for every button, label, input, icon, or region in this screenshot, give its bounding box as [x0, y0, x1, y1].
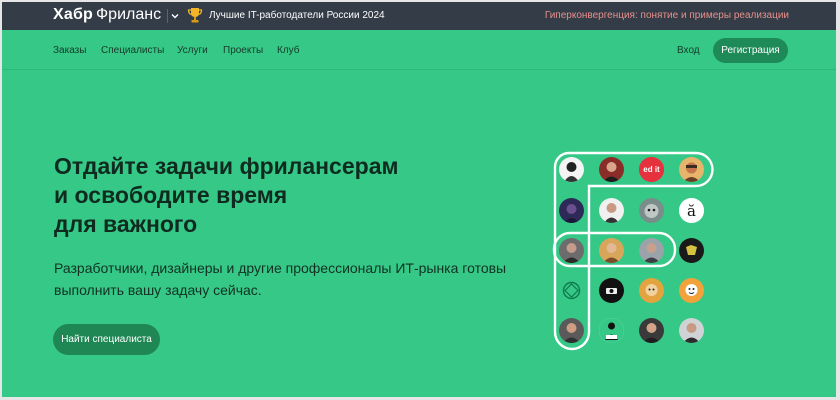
avatar-grid-outline	[552, 151, 714, 351]
avatar	[559, 198, 584, 223]
avatar: ă	[679, 198, 704, 223]
avatar: ed it	[639, 157, 664, 182]
avatar	[639, 278, 664, 303]
avatar-label: ed it	[643, 165, 660, 174]
avatar	[599, 198, 624, 223]
page: Хабр Фриланс Лучшие IT-работодатели Росс…	[2, 2, 836, 397]
avatar	[599, 157, 624, 182]
avatar	[639, 318, 664, 343]
avatar	[559, 157, 584, 182]
avatar	[559, 238, 584, 263]
avatar	[679, 278, 704, 303]
avatar	[599, 238, 624, 263]
avatar	[679, 238, 704, 263]
avatar	[679, 157, 704, 182]
avatar	[639, 198, 664, 223]
avatar-label: ă	[687, 202, 696, 220]
avatar	[559, 318, 584, 343]
avatar	[559, 278, 584, 303]
avatar	[599, 318, 624, 343]
avatar	[679, 318, 704, 343]
avatar	[639, 238, 664, 263]
avatar	[599, 278, 624, 303]
